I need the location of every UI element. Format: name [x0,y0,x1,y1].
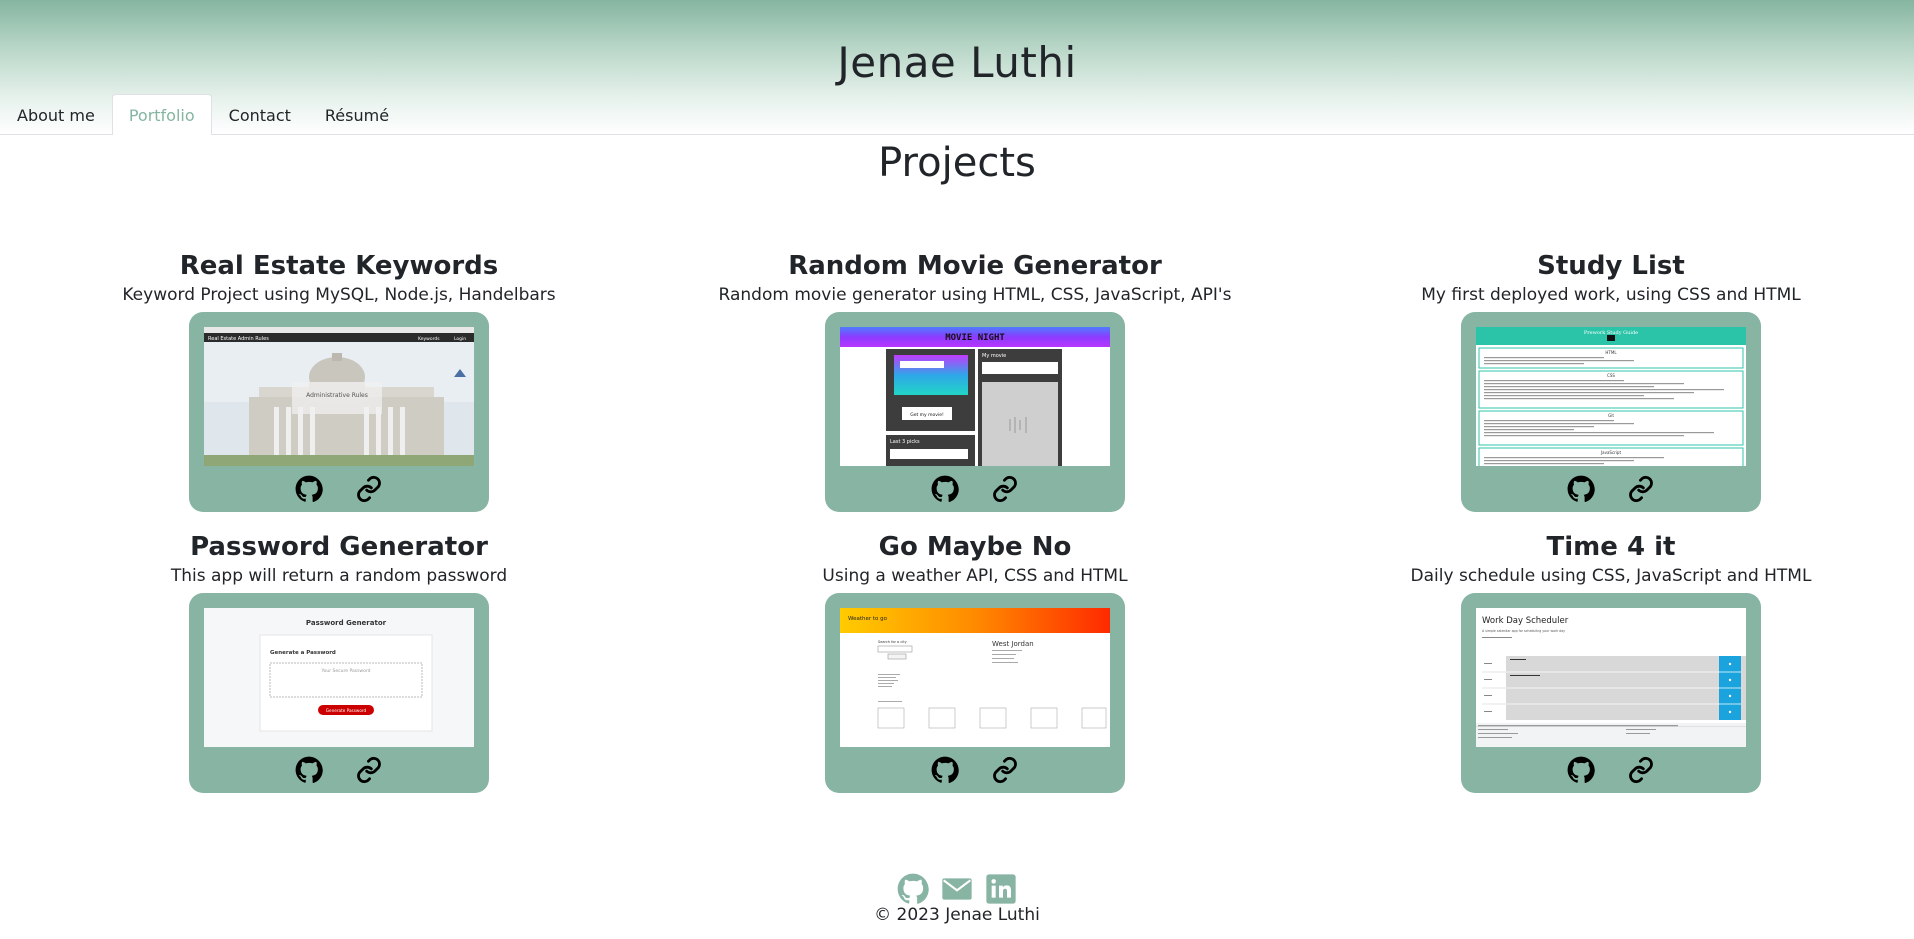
email-icon[interactable] [941,873,973,905]
project-screenshot: MOVIE NIGHT Get my movie! Last 3 picks M… [840,327,1110,466]
project-card: MOVIE NIGHT Get my movie! Last 3 picks M… [825,312,1125,512]
github-icon[interactable] [294,475,324,503]
footer-social-links [0,873,1914,905]
link-icon[interactable] [354,475,384,503]
project-links [1461,475,1761,503]
thumb-text: West Jordan [992,640,1034,648]
project-title: Random Movie Generator [788,251,1162,281]
project-title: Real Estate Keywords [179,251,499,281]
project-links [189,475,489,503]
project-card: Prework Study Guide HTML CSS Git JavaScr… [1461,312,1761,512]
thumb-text: CSS [1607,373,1615,378]
thumb-text: Generate Password [326,708,367,713]
project-links [189,756,489,784]
project-links [825,475,1125,503]
github-icon[interactable] [930,756,960,784]
project-screenshot: Prework Study Guide HTML CSS Git JavaScr… [1476,327,1746,466]
tab-resume[interactable]: Résumé [308,94,406,135]
link-icon[interactable] [354,756,384,784]
thumb-text: Administrative Rules [306,392,368,399]
project-title: Study List [1537,251,1685,281]
linkedin-icon[interactable] [985,873,1017,905]
tab-contact[interactable]: Contact [212,94,308,135]
github-icon[interactable] [1566,756,1596,784]
thumb-text: Password Generator [306,619,387,627]
copyright-text: © 2023 Jenae Luthi [874,905,1040,925]
project-title: Time 4 it [1546,532,1676,562]
project-screenshot: Work Day Scheduler A simple calendar app… [1476,608,1746,747]
tab-about-me[interactable]: About me [0,94,112,135]
project-card-study-list: Study List My first deployed work, using… [1331,250,1891,512]
link-icon[interactable] [990,475,1020,503]
thumb-text: Your Secure Password [321,668,371,674]
project-screenshot: Real Estate Admin Rules Keywords Login A… [204,327,474,466]
project-description: Random movie generator using HTML, CSS, … [718,285,1232,305]
thumb-text: Search for a city [878,640,907,644]
thumb-text: Weather to go [848,616,888,622]
thumb-text: JavaScript [1600,450,1621,455]
thumb-text: Keywords [418,336,440,342]
section-title: Projects [878,140,1036,186]
thumb-text: Work Day Scheduler [1482,616,1569,626]
project-card: Password Generator Generate a Password Y… [189,593,489,793]
tab-portfolio[interactable]: Portfolio [111,94,212,135]
thumb-text: MOVIE NIGHT [945,333,1005,343]
thumb-text: Last 3 picks [890,439,920,445]
project-card-random-movie: Random Movie Generator Random movie gene… [695,250,1255,512]
thumb-text: Get my movie! [910,412,944,418]
thumb-text: HTML [1605,350,1617,355]
project-screenshot: Weather to go Search for a city West Jor… [840,608,1110,747]
nav-tabs: About me Portfolio Contact Résumé [0,93,1914,135]
page-footer: © 2023 Jenae Luthi [0,873,1914,925]
project-card: Weather to go Search for a city West Jor… [825,593,1125,793]
project-card-go-maybe-no: Go Maybe No Using a weather API, CSS and… [695,531,1255,793]
project-card: Work Day Scheduler A simple calendar app… [1461,593,1761,793]
project-links [825,756,1125,784]
link-icon[interactable] [990,756,1020,784]
project-description: Daily schedule using CSS, JavaScript and… [1410,566,1812,586]
project-description: This app will return a random password [170,566,508,586]
site-title: Jenae Luthi [837,38,1077,87]
project-screenshot: Password Generator Generate a Password Y… [204,608,474,747]
link-icon[interactable] [1626,756,1656,784]
project-title: Password Generator [190,532,488,562]
project-title: Go Maybe No [878,532,1072,562]
github-icon[interactable] [1566,475,1596,503]
project-description: Using a weather API, CSS and HTML [822,566,1128,586]
project-description: Keyword Project using MySQL, Node.js, Ha… [122,285,556,305]
project-card-time-4-it: Time 4 it Daily schedule using CSS, Java… [1331,531,1891,793]
github-icon[interactable] [897,873,929,905]
github-icon[interactable] [294,756,324,784]
project-description: My first deployed work, using CSS and HT… [1421,285,1801,305]
thumb-text: Generate a Password [270,650,336,656]
thumb-text: Real Estate Admin Rules [208,336,269,342]
thumb-text: A simple calendar app for scheduling you… [1482,629,1565,633]
project-card: Real Estate Admin Rules Keywords Login A… [189,312,489,512]
github-icon[interactable] [930,475,960,503]
thumb-text: Login [454,336,466,342]
thumb-text: Git [1608,413,1614,418]
thumb-text: My movie [982,353,1006,359]
project-links [1461,756,1761,784]
project-card-real-estate: Real Estate Keywords Keyword Project usi… [59,250,619,512]
link-icon[interactable] [1626,475,1656,503]
project-card-password-generator: Password Generator This app will return … [59,531,619,793]
page-header: Jenae Luthi About me Portfolio Contact R… [0,0,1914,135]
